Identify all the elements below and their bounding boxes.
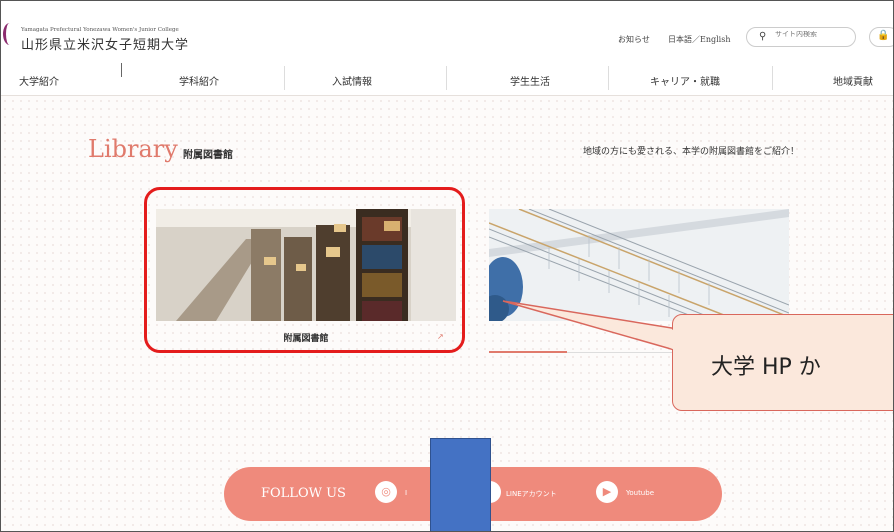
blue-overlay-rectangle xyxy=(430,438,491,531)
callout-text: 大学 HP か xyxy=(711,355,821,380)
youtube-label[interactable]: Youtube xyxy=(626,489,654,497)
instagram-label[interactable]: I xyxy=(405,489,407,497)
browser-viewport: Yamagata Prefectural Yonezawa Women's Ju… xyxy=(0,0,894,532)
line-account-label[interactable]: LINEアカウント xyxy=(506,489,557,499)
youtube-icon[interactable]: ▶ xyxy=(596,481,618,503)
instagram-icon[interactable]: ◎ xyxy=(375,481,397,503)
follow-us-label: FOLLOW US xyxy=(261,486,346,501)
